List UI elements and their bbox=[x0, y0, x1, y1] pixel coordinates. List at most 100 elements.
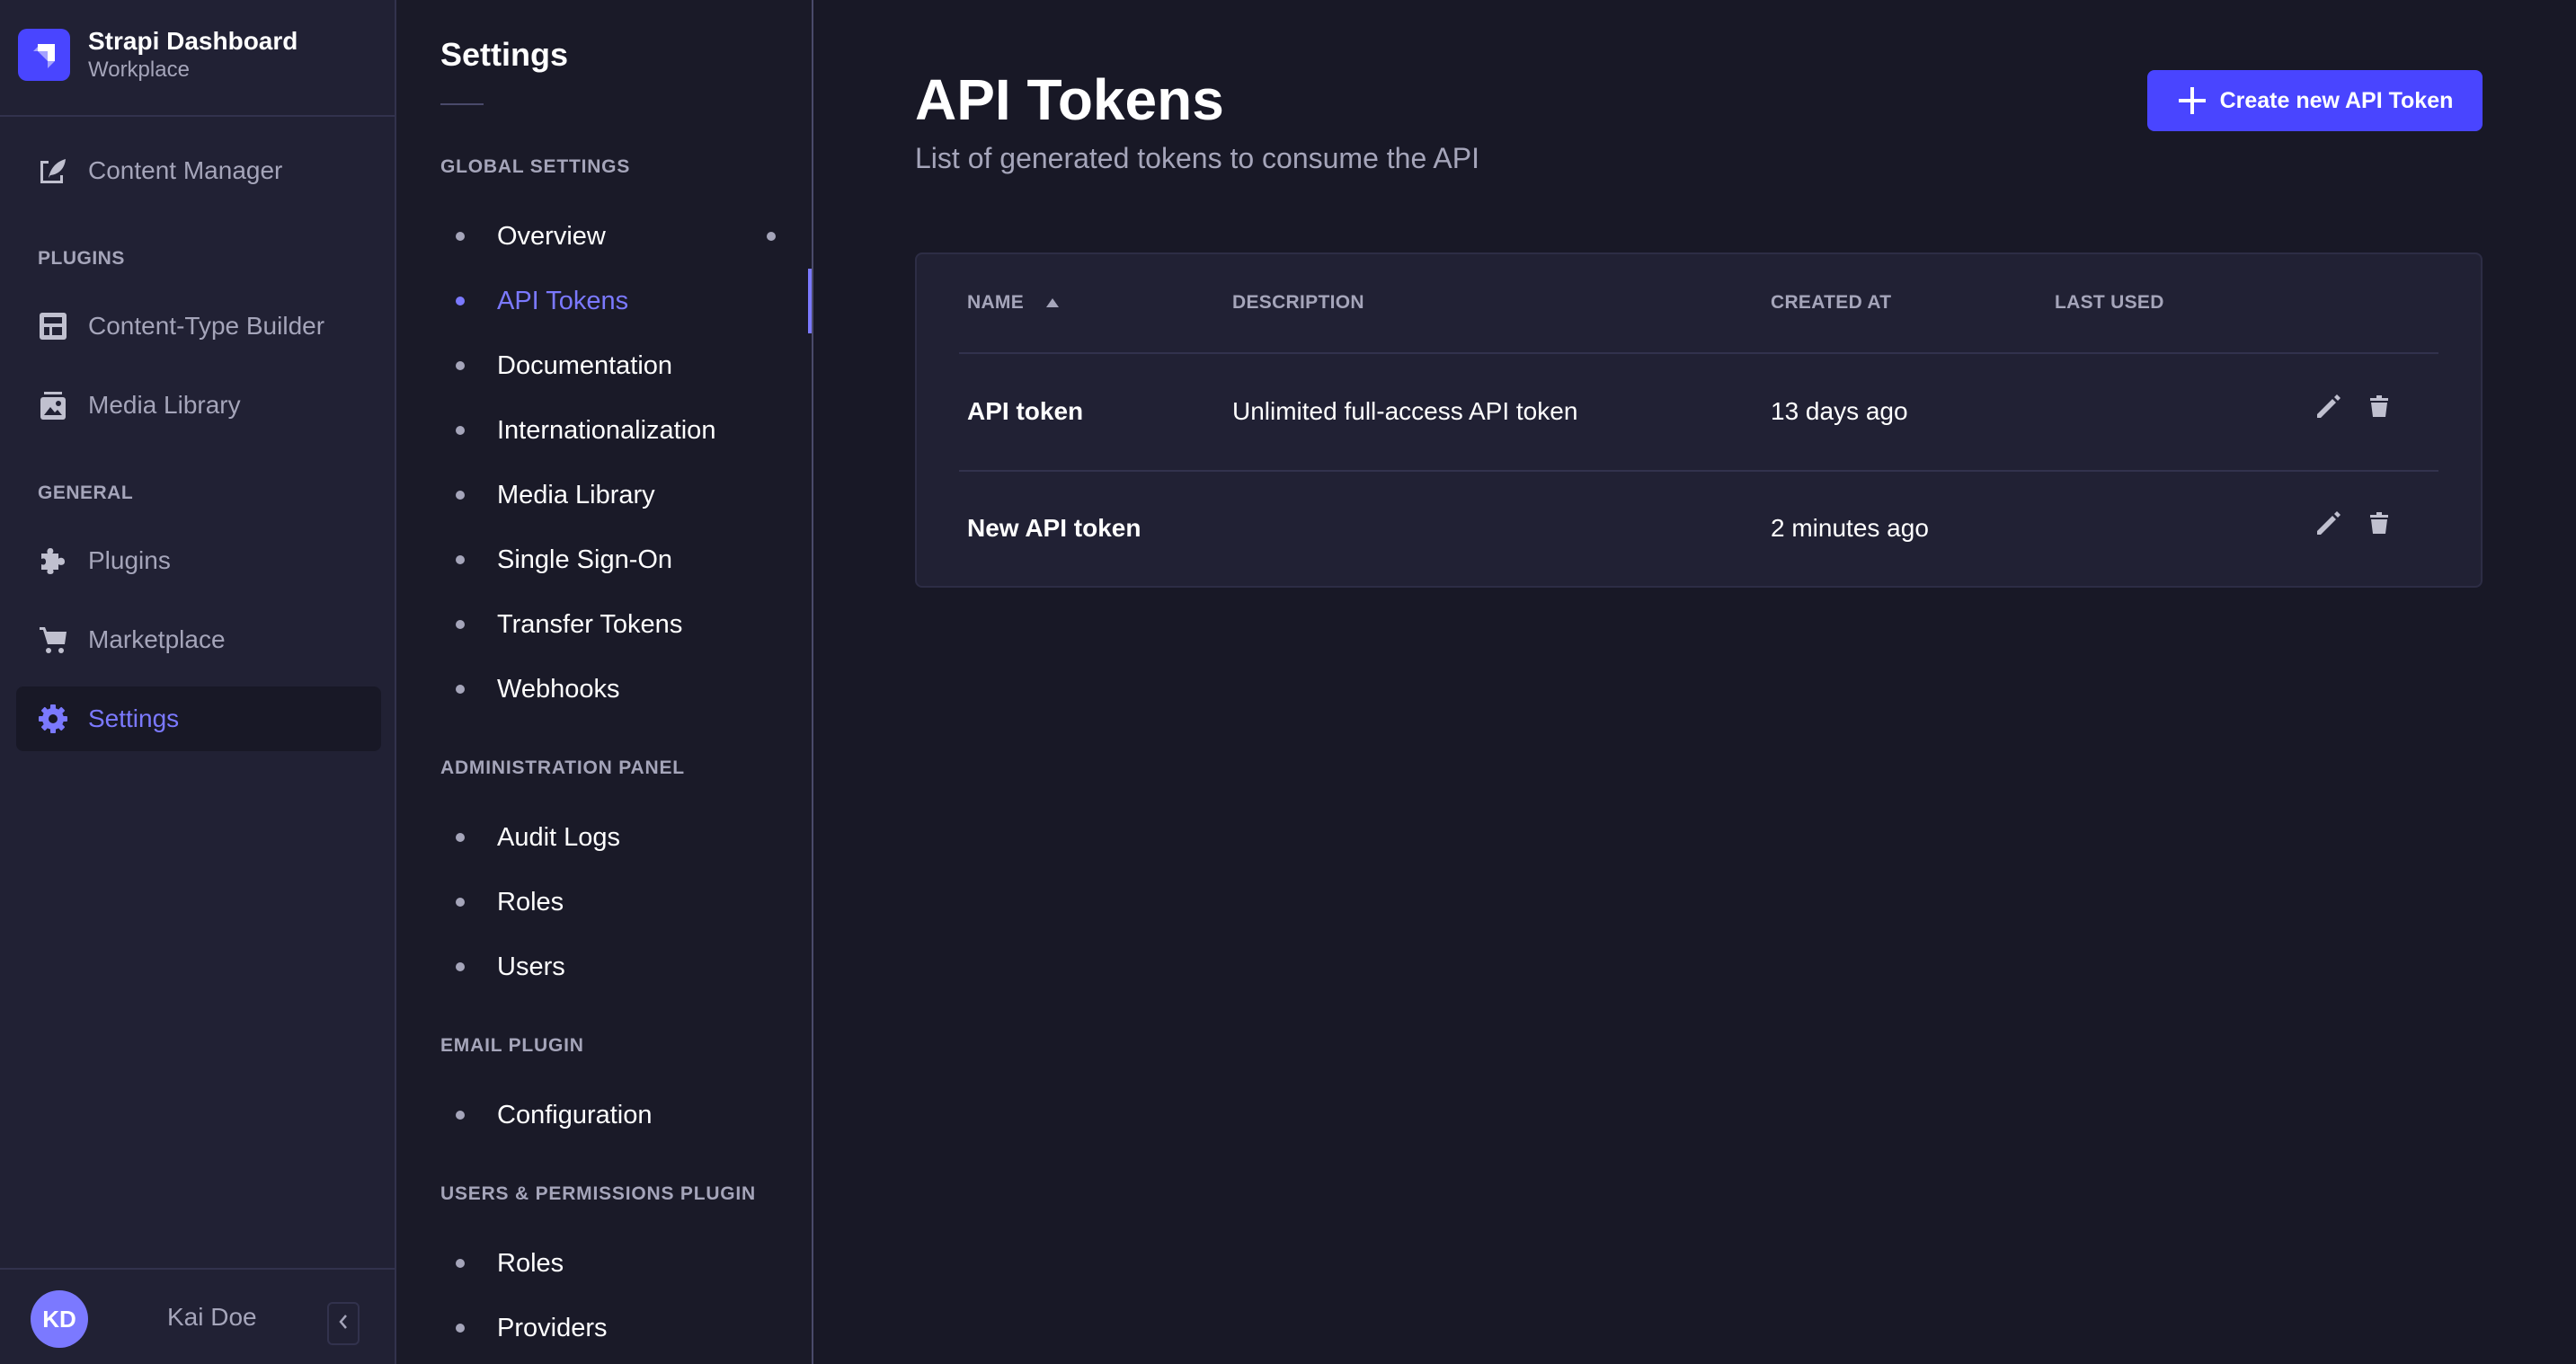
subnav-item-internationalization[interactable]: Internationalization bbox=[456, 405, 797, 456]
nav-item-media-library[interactable]: Media Library bbox=[16, 373, 381, 438]
column-header-name[interactable]: NAME bbox=[967, 292, 1060, 314]
notification-dot-icon bbox=[767, 232, 776, 241]
nav-item-marketplace[interactable]: Marketplace bbox=[16, 607, 381, 672]
subnav-section-users-permissions-plugin: USERS & PERMISSIONS PLUGIN bbox=[440, 1183, 757, 1204]
bullet-icon bbox=[456, 962, 465, 971]
edit-token-button[interactable] bbox=[2311, 507, 2347, 543]
nav-item-label: Media Library bbox=[88, 391, 241, 419]
subnav-item-label: Users bbox=[497, 952, 565, 981]
nav-item-plugins[interactable]: Plugins bbox=[16, 528, 381, 593]
subnav-section-email-plugin: EMAIL PLUGIN bbox=[440, 1035, 584, 1056]
subnav-item-api-tokens[interactable]: API Tokens bbox=[456, 276, 797, 326]
settings-subnav: Settings GLOBAL SETTINGS Overview API To… bbox=[396, 0, 813, 1364]
subnav-item-label: Webhooks bbox=[497, 674, 620, 704]
subnav-item-overview[interactable]: Overview bbox=[456, 211, 797, 261]
bullet-icon bbox=[456, 620, 465, 629]
nav-item-settings[interactable]: Settings bbox=[16, 686, 381, 751]
nav-divider bbox=[0, 115, 396, 117]
header-row-divider bbox=[959, 352, 2438, 354]
main-content: API Tokens List of generated tokens to c… bbox=[813, 0, 2576, 1364]
subnav-item-label: Providers bbox=[497, 1313, 608, 1342]
subnav-item-users[interactable]: Users bbox=[456, 942, 797, 992]
user-avatar[interactable]: KD bbox=[31, 1290, 88, 1348]
brand-title: Strapi Dashboard bbox=[88, 27, 298, 55]
token-name[interactable]: API token bbox=[967, 397, 1083, 426]
brand[interactable]: Strapi Dashboard Workplace bbox=[18, 25, 298, 84]
app: Strapi Dashboard Workplace Content Manag… bbox=[0, 0, 2576, 1364]
nav-item-label: Marketplace bbox=[88, 625, 226, 653]
subnav-section-global-settings: GLOBAL SETTINGS bbox=[440, 156, 631, 177]
subnav-item-admin-roles[interactable]: Roles bbox=[456, 877, 797, 927]
pencil-icon bbox=[2314, 391, 2344, 426]
column-header-last-used[interactable]: LAST USED bbox=[2055, 292, 2164, 314]
subnav-item-documentation[interactable]: Documentation bbox=[456, 341, 797, 391]
nav-item-label: Content-Type Builder bbox=[88, 312, 325, 340]
row-divider bbox=[959, 470, 2438, 472]
column-header-created-at[interactable]: CREATED AT bbox=[1771, 292, 1891, 314]
token-created-at: 2 minutes ago bbox=[1771, 514, 1929, 542]
subnav-item-configuration[interactable]: Configuration bbox=[456, 1090, 797, 1140]
nav-item-label: Content Manager bbox=[88, 156, 283, 184]
subnav-item-label: Roles bbox=[497, 1248, 564, 1278]
nav-item-label: Settings bbox=[88, 704, 180, 732]
nav-footer-divider bbox=[0, 1268, 396, 1270]
subnav-active-indicator bbox=[808, 269, 812, 333]
subnav-item-label: Single Sign-On bbox=[497, 545, 673, 574]
subnav-item-audit-logs[interactable]: Audit Logs bbox=[456, 812, 797, 863]
bullet-icon bbox=[456, 833, 465, 842]
subnav-item-single-sign-on[interactable]: Single Sign-On bbox=[456, 535, 797, 585]
token-name[interactable]: New API token bbox=[967, 514, 1141, 543]
delete-token-button[interactable] bbox=[2361, 390, 2397, 426]
sort-ascending-icon[interactable] bbox=[1045, 297, 1060, 308]
subnav-item-label: Internationalization bbox=[497, 415, 716, 445]
brand-subtitle: Workplace bbox=[88, 58, 190, 82]
subnav-item-transfer-tokens[interactable]: Transfer Tokens bbox=[456, 599, 797, 650]
gear-icon bbox=[38, 704, 68, 734]
subnav-item-label: Documentation bbox=[497, 350, 673, 380]
layout-icon bbox=[38, 311, 68, 341]
collapse-nav-button[interactable] bbox=[327, 1302, 360, 1345]
token-created-at: 13 days ago bbox=[1771, 397, 1908, 425]
create-api-token-button[interactable]: Create new API Token bbox=[2147, 70, 2483, 131]
nav-section-general: GENERAL bbox=[38, 483, 134, 503]
column-header-description: DESCRIPTION bbox=[1232, 292, 1364, 313]
nav-item-content-type-builder[interactable]: Content-Type Builder bbox=[16, 294, 381, 359]
trash-icon bbox=[2368, 510, 2390, 540]
page-subtitle: List of generated tokens to consume the … bbox=[915, 142, 1479, 174]
bullet-icon bbox=[456, 1111, 465, 1120]
trash-icon bbox=[2368, 394, 2390, 423]
column-header-label: NAME bbox=[967, 292, 1025, 313]
subnav-item-label: Roles bbox=[497, 887, 564, 917]
subnav-item-label: Audit Logs bbox=[497, 822, 621, 852]
puzzle-icon bbox=[38, 545, 68, 576]
subnav-section-administration-panel: ADMINISTRATION PANEL bbox=[440, 757, 685, 778]
bullet-icon bbox=[456, 1259, 465, 1268]
subnav-title: Settings bbox=[440, 36, 569, 73]
subnav-item-label: API Tokens bbox=[497, 286, 629, 315]
token-description: Unlimited full-access API token bbox=[1232, 397, 1578, 425]
cart-icon bbox=[38, 624, 68, 655]
bullet-icon bbox=[456, 555, 465, 564]
nav-section-plugins: PLUGINS bbox=[38, 248, 125, 269]
bullet-icon bbox=[456, 426, 465, 435]
bullet-icon bbox=[456, 232, 465, 241]
subnav-item-webhooks[interactable]: Webhooks bbox=[456, 664, 797, 714]
edit-token-button[interactable] bbox=[2311, 390, 2347, 426]
pencil-icon bbox=[2314, 508, 2344, 543]
chevron-left-icon bbox=[337, 1313, 350, 1335]
delete-token-button[interactable] bbox=[2361, 507, 2397, 543]
feather-icon bbox=[38, 155, 68, 186]
subnav-item-providers[interactable]: Providers bbox=[456, 1303, 797, 1353]
nav-item-content-manager[interactable]: Content Manager bbox=[16, 138, 381, 203]
subnav-item-media-library[interactable]: Media Library bbox=[456, 470, 797, 520]
strapi-logo-icon bbox=[18, 29, 70, 81]
subnav-item-label: Media Library bbox=[497, 480, 655, 509]
subnav-item-up-roles[interactable]: Roles bbox=[456, 1238, 797, 1289]
bullet-icon bbox=[456, 1324, 465, 1333]
bullet-icon bbox=[456, 685, 465, 694]
subnav-item-label: Transfer Tokens bbox=[497, 609, 683, 639]
bullet-icon bbox=[456, 297, 465, 306]
bullet-icon bbox=[456, 491, 465, 500]
user-name[interactable]: Kai Doe bbox=[167, 1303, 257, 1332]
api-tokens-table bbox=[915, 252, 2483, 588]
